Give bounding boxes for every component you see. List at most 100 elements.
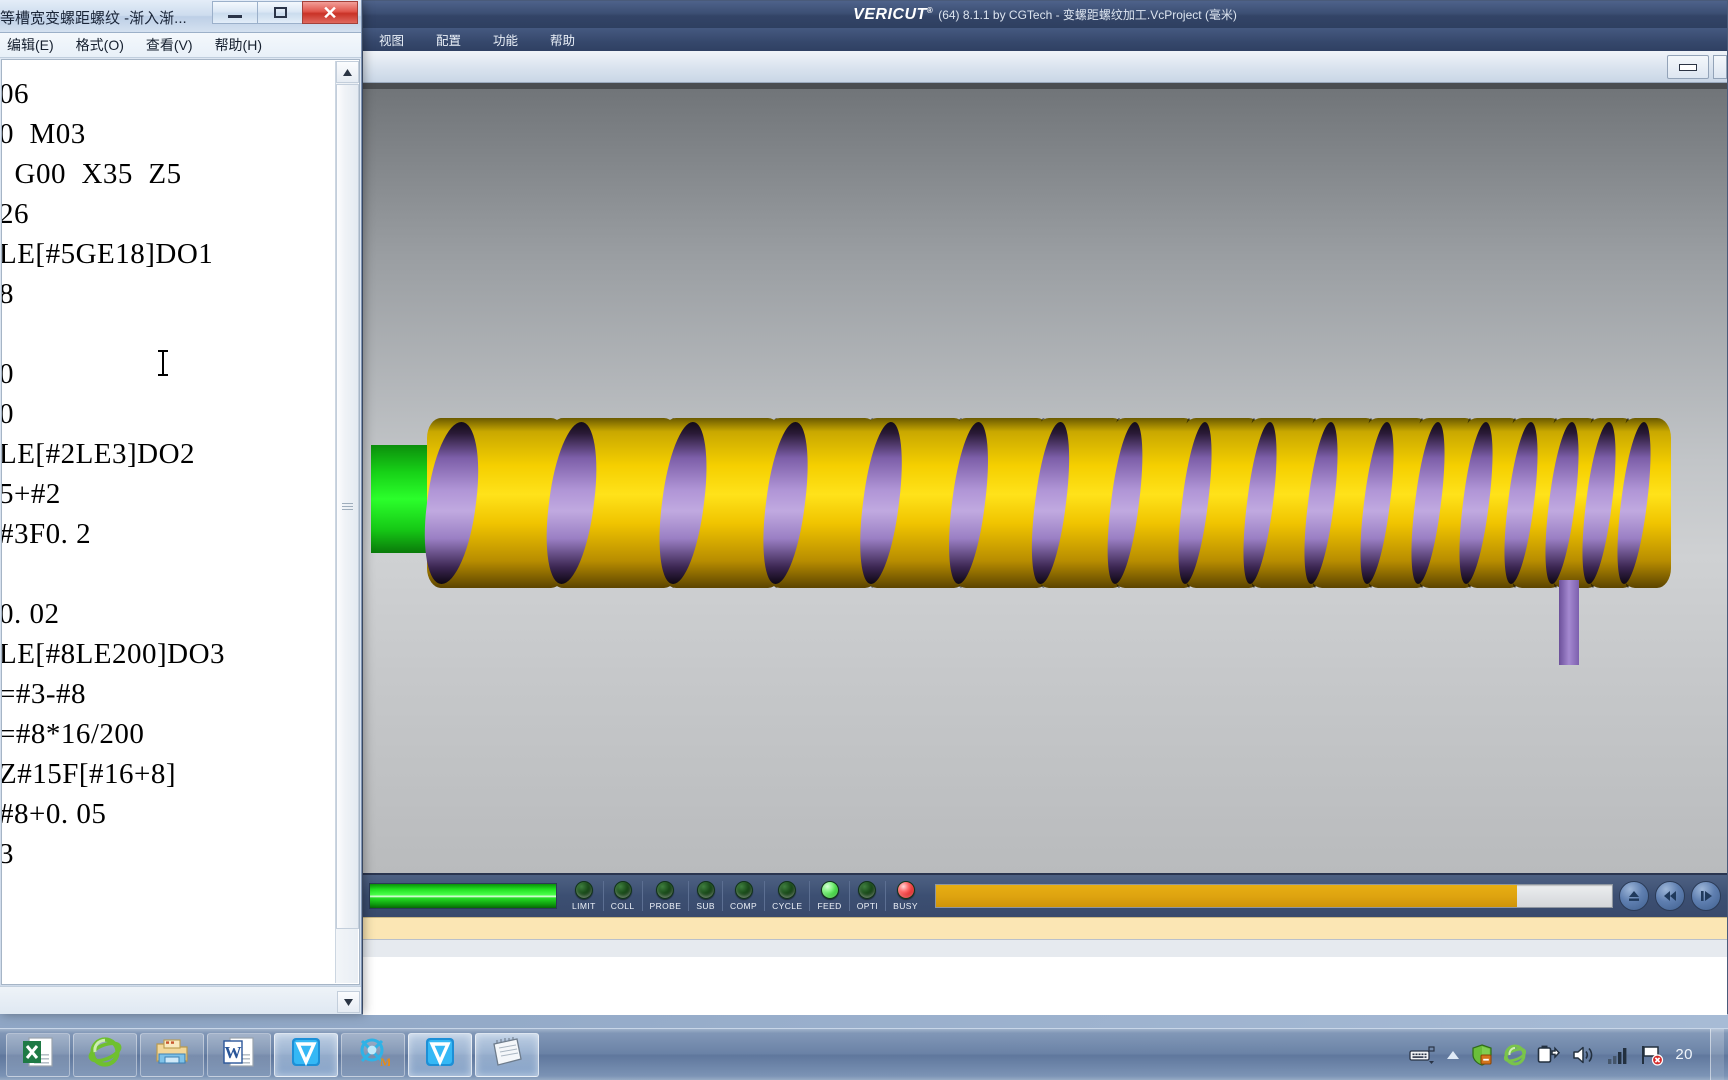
internet-explorer-icon <box>88 1035 122 1074</box>
play-button[interactable] <box>1691 881 1721 911</box>
vericut-2-icon <box>423 1035 457 1074</box>
led-indicator-icon <box>820 881 839 899</box>
led-indicator-icon <box>778 881 797 899</box>
scrollbar-thumb[interactable] <box>336 84 359 929</box>
notepad-menu-help[interactable]: 帮助(H) <box>212 34 265 56</box>
led-indicator-icon <box>574 881 593 899</box>
scroll-up-button[interactable] <box>336 61 359 83</box>
notepad-text-area[interactable]: 06 0 M03 G00 X35 Z5 26 LE[#5GE18]DO1 8 0… <box>1 59 360 985</box>
network-signal-icon[interactable] <box>1607 1045 1629 1065</box>
notepad-titlebar[interactable]: 等槽宽变螺距螺纹 -渐入渐... ✕ <box>0 0 361 33</box>
internet-explorer-icon[interactable] <box>1504 1044 1527 1066</box>
action-center-flag-icon[interactable] <box>1640 1044 1664 1066</box>
transport-controls <box>1619 881 1725 911</box>
taskbar-item-vericut-machine-sim[interactable]: M <box>341 1032 405 1077</box>
system-tray: 20 <box>1409 1028 1728 1080</box>
rewind-button[interactable] <box>1655 881 1685 911</box>
taskbar-item-vericut-2[interactable] <box>408 1032 472 1077</box>
minimize-window-button[interactable] <box>1667 55 1709 79</box>
menu-item-help[interactable]: 帮助 <box>546 28 579 51</box>
thread-turn <box>417 418 565 588</box>
taskbar-item-vericut-1[interactable] <box>274 1032 338 1077</box>
svg-text:M: M <box>380 1055 390 1069</box>
menu-item-function[interactable]: 功能 <box>489 28 522 51</box>
led-indicator-icon <box>613 881 632 899</box>
notepad-text-content: 06 0 M03 G00 X35 Z5 26 LE[#5GE18]DO1 8 0… <box>1 78 226 870</box>
status-led-comp[interactable]: COMP <box>722 881 764 911</box>
notepad-minimize-button[interactable] <box>212 1 257 24</box>
notepad-maximize-button[interactable] <box>257 1 302 24</box>
word-icon: W <box>222 1035 256 1074</box>
taskbar-item-word[interactable]: W <box>207 1032 271 1077</box>
notepad-menu-format[interactable]: 格式(O) <box>73 34 127 56</box>
status-led-opti[interactable]: OPTI <box>848 881 885 911</box>
taskbar-item-excel[interactable] <box>6 1032 70 1077</box>
minimize-icon <box>1679 63 1697 71</box>
status-led-coll[interactable]: COLL <box>602 881 642 911</box>
excel-icon <box>21 1035 55 1074</box>
vericut-machine-sim-icon: M <box>356 1035 391 1074</box>
log-highlight-row <box>363 917 1727 939</box>
status-led-probe[interactable]: PROBE <box>641 881 689 911</box>
status-led-label: COMP <box>730 901 758 911</box>
registered-mark-icon: ® <box>926 5 934 15</box>
status-led-label: FEED <box>817 901 842 911</box>
vericut-titlebar[interactable]: VERICUT® (64) 8.1.1 by CGTech - 变螺距螺纹加工.… <box>363 1 1727 28</box>
text-cursor-icon <box>158 350 168 376</box>
show-desktop-button[interactable] <box>1710 1028 1724 1080</box>
simulation-progress-fill <box>935 885 1518 907</box>
status-led-group: LIMIT COLL PROBE SUB COMP CYCLE FEED OPTI BUSY <box>565 881 925 911</box>
status-led-label: CYCLE <box>772 901 803 911</box>
security-shield-icon[interactable] <box>1471 1043 1493 1066</box>
notepad-close-button[interactable]: ✕ <box>302 1 358 24</box>
status-led-cycle[interactable]: CYCLE <box>764 881 809 911</box>
file-explorer-icon <box>155 1035 189 1074</box>
notepad-menu-edit[interactable]: 编辑(E) <box>4 34 57 56</box>
cutting-tool <box>1559 580 1579 665</box>
log-text-area[interactable] <box>363 957 1727 1015</box>
menu-item-view[interactable]: 视图 <box>375 28 408 51</box>
simulation-viewport[interactable] <box>363 83 1727 873</box>
status-led-feed[interactable]: FEED <box>809 881 848 911</box>
notepad-menubar: 编辑(E) 格式(O) 查看(V) 帮助(H) <box>0 33 361 58</box>
vericut-menubar: 视图 配置 功能 帮助 <box>363 28 1727 51</box>
led-indicator-icon <box>656 881 675 899</box>
notepad-window: 等槽宽变螺距螺纹 -渐入渐... ✕ 编辑(E) 格式(O) 查看(V) 帮助(… <box>0 0 362 1014</box>
scroll-down-button[interactable] <box>337 991 360 1013</box>
machine-status-bar: LIMIT COLL PROBE SUB COMP CYCLE FEED OPTI BUSY <box>363 873 1727 917</box>
status-led-label: BUSY <box>893 901 918 911</box>
status-led-label: LIMIT <box>572 901 596 911</box>
notepad-vertical-scrollbar[interactable] <box>335 61 359 983</box>
notepad-menu-view[interactable]: 查看(V) <box>143 34 196 56</box>
vericut-title: VERICUT® (64) 8.1.1 by CGTech - 变螺距螺纹加工.… <box>853 5 1237 23</box>
ime-keyboard-icon[interactable] <box>1409 1045 1435 1065</box>
vericut-title-text: (64) 8.1.1 by CGTech - 变螺距螺纹加工.VcProject… <box>938 7 1237 22</box>
status-led-limit[interactable]: LIMIT <box>565 881 603 911</box>
status-led-busy[interactable]: BUSY <box>885 881 925 911</box>
status-led-label: OPTI <box>856 901 879 911</box>
volume-icon[interactable] <box>1572 1044 1596 1066</box>
rewind-icon <box>1664 891 1676 901</box>
vericut-1-icon <box>289 1035 323 1074</box>
viewport-top-strip <box>363 83 1727 89</box>
toolbar-overflow-button[interactable] <box>1713 55 1727 79</box>
vericut-window: VERICUT® (64) 8.1.1 by CGTech - 变螺距螺纹加工.… <box>362 0 1728 1015</box>
taskbar-item-notepad[interactable] <box>475 1032 539 1077</box>
show-hidden-icons-icon[interactable] <box>1446 1050 1460 1060</box>
taskbar-items: W M <box>0 1032 539 1077</box>
led-indicator-icon <box>734 881 753 899</box>
eject-button[interactable] <box>1619 881 1649 911</box>
taskbar-item-file-explorer[interactable] <box>140 1032 204 1077</box>
taskbar-clock[interactable]: 20 <box>1675 1046 1699 1063</box>
taskbar-item-internet-explorer[interactable] <box>73 1032 137 1077</box>
status-led-label: COLL <box>610 901 635 911</box>
notepad-icon <box>490 1035 524 1074</box>
close-icon: ✕ <box>322 2 338 23</box>
menu-item-config[interactable]: 配置 <box>432 28 465 51</box>
status-led-sub[interactable]: SUB <box>688 881 722 911</box>
simulation-progress-bar[interactable] <box>934 884 1613 908</box>
battery-icon[interactable] <box>1537 1044 1561 1066</box>
svg-text:W: W <box>225 1043 242 1062</box>
threaded-part <box>417 418 1672 588</box>
thread-turn <box>539 418 678 588</box>
